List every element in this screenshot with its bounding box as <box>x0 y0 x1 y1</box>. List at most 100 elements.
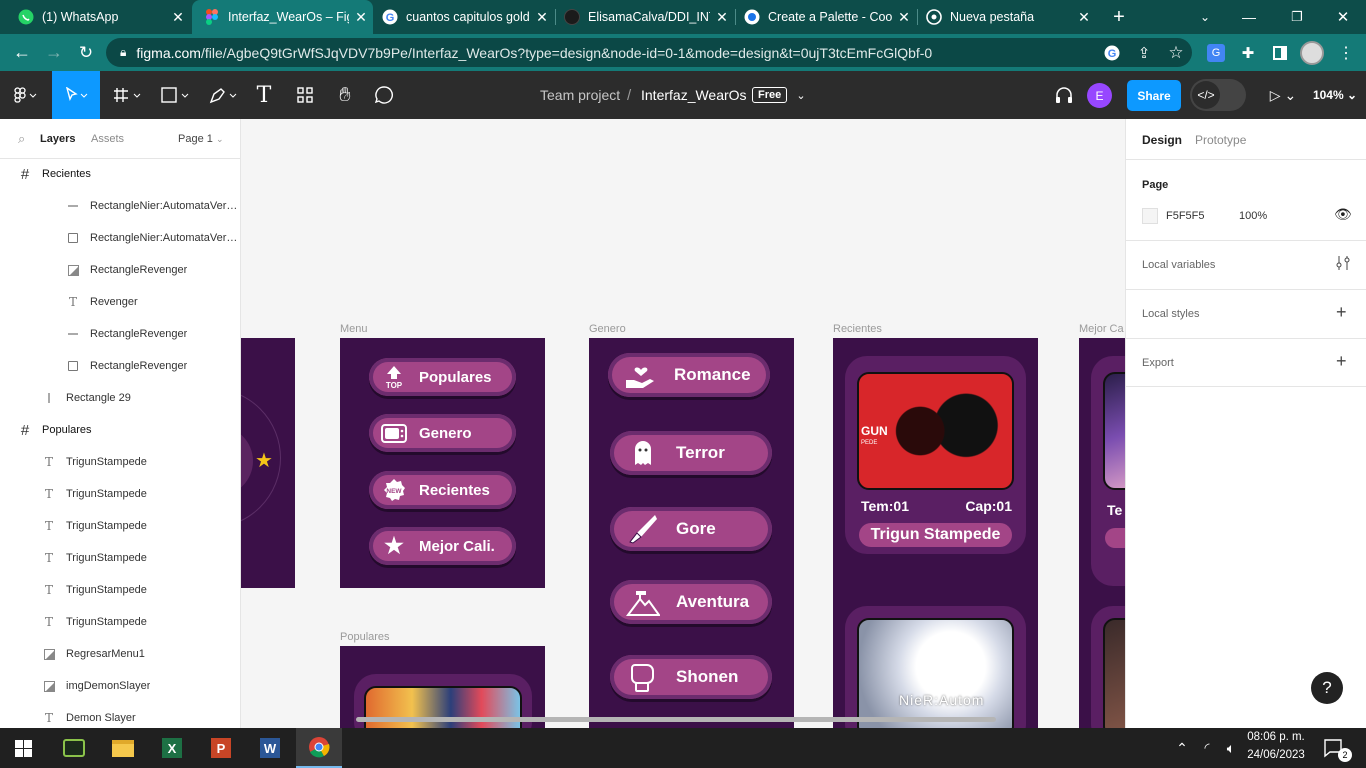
restore-icon[interactable]: ❐ <box>1284 0 1310 34</box>
layer-row[interactable]: imgDemonSlayer <box>0 670 240 702</box>
frame-partial-left[interactable]: ★ <box>241 338 295 588</box>
genre-button-shonen[interactable]: Shonen <box>610 655 772 699</box>
frame-label-menu[interactable]: Menu <box>340 323 368 335</box>
mejor-card-2[interactable] <box>1091 606 1125 728</box>
layer-row[interactable]: RegresarMenu1 <box>0 638 240 670</box>
hand-tool-icon[interactable]: ✋︎ <box>332 71 358 119</box>
layer-row[interactable]: # Populares <box>0 414 240 446</box>
text-tool-icon[interactable]: T <box>252 71 276 119</box>
tab-whatsapp[interactable]: (1) WhatsApp ✕ <box>0 0 190 34</box>
browser-menu-icon[interactable]: ⋮ <box>1334 34 1358 71</box>
layer-row[interactable]: RectangleRevenger <box>0 350 240 382</box>
close-tab-icon[interactable]: ✕ <box>710 9 734 26</box>
layer-row[interactable]: T TrigunStampede <box>0 510 240 542</box>
close-window-icon[interactable]: ✕ <box>1330 0 1356 34</box>
tab-new-tab[interactable]: Nueva pestaña ✕ <box>918 0 1096 34</box>
tab-assets[interactable]: Assets <box>91 133 124 145</box>
pen-tool-icon[interactable] <box>204 71 244 119</box>
frame-populares[interactable] <box>340 646 545 728</box>
frame-genero[interactable]: Romance Terror Gore Aventura Shonen <box>589 338 794 728</box>
bookmark-star-icon[interactable]: ☆ <box>1164 34 1188 71</box>
page-color-swatch[interactable] <box>1142 208 1158 224</box>
frame-label-populares[interactable]: Populares <box>340 631 390 643</box>
genre-button-romance[interactable]: Romance <box>608 353 770 397</box>
file-name[interactable]: Interfaz_WearOs <box>641 71 747 119</box>
genre-button-gore[interactable]: Gore <box>610 507 772 551</box>
google-lens-icon[interactable]: G <box>1100 34 1124 71</box>
layer-row[interactable]: T Revenger <box>0 286 240 318</box>
clock-time[interactable]: 08:06 p. m. <box>1244 731 1308 743</box>
word-icon[interactable]: W <box>247 728 293 768</box>
tab-design[interactable]: Design <box>1142 133 1182 147</box>
layer-row[interactable]: RectangleNier:AutomataVer1.1a <box>0 222 240 254</box>
tray-chevron-up-icon[interactable]: ⌃ <box>1172 728 1192 768</box>
recent-card-nier[interactable]: NieR:Autom <box>845 606 1026 728</box>
dev-mode-toggle[interactable]: </> <box>1190 79 1246 111</box>
side-panel-icon[interactable] <box>1268 34 1292 71</box>
frame-label-recientes[interactable]: Recientes <box>833 323 882 335</box>
layer-row[interactable]: T TrigunStampede <box>0 606 240 638</box>
profile-avatar[interactable] <box>1298 34 1326 71</box>
user-avatar[interactable]: E <box>1087 83 1112 108</box>
forward-arrow-icon[interactable]: → <box>40 34 68 71</box>
clock-date[interactable]: 24/06/2023 <box>1244 749 1308 761</box>
tab-coolors[interactable]: Create a Palette - Coolors ✕ <box>736 0 916 34</box>
layer-row[interactable]: RectangleRevenger <box>0 318 240 350</box>
variables-settings-icon[interactable] <box>1336 255 1350 274</box>
search-layers-icon[interactable]: ⌕ <box>18 131 25 147</box>
tab-figma[interactable]: Interfaz_WearOs – Figma ✕ <box>192 0 373 34</box>
back-arrow-icon[interactable]: ← <box>8 34 36 71</box>
breadcrumb-team[interactable]: Team project <box>540 71 620 119</box>
translate-extension-icon[interactable]: G <box>1204 34 1228 71</box>
anime-title[interactable]: Trigun Stampede <box>859 523 1012 547</box>
close-tab-icon[interactable]: ✕ <box>349 9 373 26</box>
menu-button-recientes[interactable]: NEW Recientes <box>369 471 516 509</box>
layer-row[interactable]: # Recientes <box>0 158 240 190</box>
excel-icon[interactable]: X <box>149 728 195 768</box>
game-app-icon[interactable] <box>51 728 97 768</box>
close-tab-icon[interactable]: ✕ <box>166 9 190 26</box>
notifications-icon[interactable]: 2 <box>1316 728 1352 768</box>
volume-icon[interactable]: 🔈︎ <box>1220 728 1242 768</box>
recent-card-trigun[interactable]: GUN PEDE Tem:01 Cap:01 Trigun Stampede <box>845 356 1026 554</box>
genre-button-aventura[interactable]: Aventura <box>610 580 772 624</box>
minimize-icon[interactable]: — <box>1236 0 1262 34</box>
frame-label-genero[interactable]: Genero <box>589 323 626 335</box>
add-export-plus-icon[interactable]: + <box>1336 351 1347 372</box>
comment-tool-icon[interactable] <box>372 71 396 119</box>
tab-search-chevron-icon[interactable]: ⌄ <box>1192 0 1218 34</box>
page-opacity-value[interactable]: 100% <box>1239 210 1267 222</box>
move-tool-icon[interactable] <box>52 71 100 119</box>
url-field[interactable]: 🔒︎ figma.com/file/AgbeQ9tGrWfSJqVDV7b9Pe… <box>106 38 1192 67</box>
powerpoint-icon[interactable]: P <box>198 728 244 768</box>
visibility-eye-icon[interactable]: 👁︎ <box>1334 206 1352 223</box>
help-button[interactable]: ? <box>1311 672 1343 704</box>
share-page-icon[interactable]: ⇪ <box>1132 34 1156 71</box>
extensions-puzzle-icon[interactable]: ✚ <box>1236 34 1260 71</box>
genre-button-terror[interactable]: Terror <box>610 431 772 475</box>
frame-tool-icon[interactable] <box>108 71 148 119</box>
new-tab-plus-icon[interactable]: + <box>1106 0 1132 34</box>
menu-button-genero[interactable]: Genero <box>369 414 516 452</box>
tab-github[interactable]: ElisamaCalva/DDI_INTERFACES ✕ <box>556 0 734 34</box>
layer-row[interactable]: T TrigunStampede <box>0 478 240 510</box>
page-color-value[interactable]: F5F5F5 <box>1166 210 1205 222</box>
share-button[interactable]: Share <box>1127 80 1181 111</box>
present-play-icon[interactable]: ▷ ⌄ <box>1266 71 1300 119</box>
frame-mejor-cali[interactable]: Te <box>1079 338 1125 728</box>
frame-menu[interactable]: TOP Populares Genero NEW Recientes ★ Mej… <box>340 338 545 588</box>
layer-row[interactable]: T TrigunStampede <box>0 542 240 574</box>
file-explorer-icon[interactable] <box>100 728 146 768</box>
zoom-level[interactable]: 104% ⌄ <box>1310 71 1360 119</box>
tab-google-search[interactable]: G cuantos capitulos golden ✕ <box>374 0 554 34</box>
layer-row[interactable]: T TrigunStampede <box>0 574 240 606</box>
menu-button-mejor-cali[interactable]: ★ Mejor Cali. <box>369 527 516 565</box>
tab-layers[interactable]: Layers <box>40 133 75 145</box>
wifi-icon[interactable]: ◜ <box>1196 728 1218 768</box>
chrome-taskbar-icon[interactable] <box>296 728 342 768</box>
design-canvas[interactable]: ★ Menu TOP Populares Genero NEW Reciente… <box>241 119 1125 728</box>
figma-main-menu-icon[interactable] <box>6 71 46 119</box>
rectangle-tool-icon[interactable] <box>156 71 196 119</box>
reload-icon[interactable]: ↻ <box>72 34 100 71</box>
mejor-card[interactable]: Te <box>1091 356 1125 586</box>
